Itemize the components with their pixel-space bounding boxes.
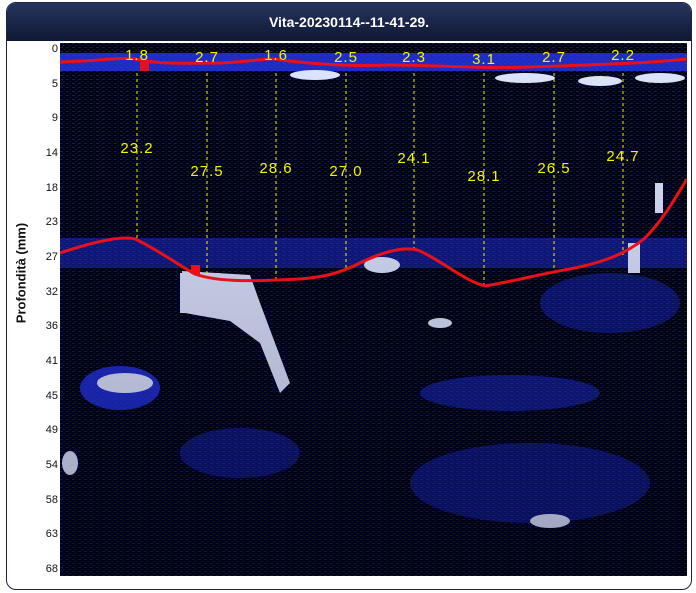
thickness-value: 24.7: [606, 148, 640, 165]
thickness-value: 24.1: [397, 150, 431, 167]
thickness-value: 27.0: [329, 163, 363, 180]
top-depth-value: 1.6: [264, 47, 288, 64]
thickness-value: 27.5: [190, 163, 224, 180]
y-tick-label: 14: [45, 147, 58, 159]
top-depth-value: 2.3: [402, 49, 426, 66]
y-tick-label: 54: [45, 459, 58, 471]
top-depth-value: 2.2: [611, 47, 635, 64]
y-tick-label: 18: [45, 181, 58, 194]
y-tick-label: 27: [45, 251, 58, 263]
top-depth-value: 2.7: [542, 49, 566, 66]
y-tick-label: 32: [45, 285, 58, 298]
ultrasound-scan-plot[interactable]: 1.8 23.2 2.7 27.5 1.6 28.6 2.5 27.0 2.3 24.1 3.1 28…: [60, 43, 687, 576]
y-tick-label: 49: [45, 424, 58, 437]
thickness-value: 23.2: [120, 140, 154, 157]
thickness-value: 28.1: [467, 168, 501, 185]
thickness-value: 26.5: [537, 160, 571, 177]
y-axis-label: Profondità (mm): [13, 222, 29, 324]
top-depth-value: 1.8: [125, 47, 149, 64]
scan-window: Vita-20230114--11-41-29. Profondità (mm)…: [6, 2, 692, 590]
top-depth-value: 2.5: [334, 49, 358, 66]
y-tick-label: 23: [45, 216, 58, 229]
y-tick-label: 41: [45, 355, 58, 367]
window-title: Vita-20230114--11-41-29.: [7, 3, 691, 41]
y-tick-label: 68: [45, 563, 58, 575]
top-depth-value: 2.7: [195, 49, 219, 66]
y-tick-label: 36: [45, 320, 58, 333]
y-tick-label: 58: [45, 493, 58, 506]
y-tick-label: 45: [45, 389, 58, 402]
thickness-value: 28.6: [259, 160, 293, 177]
bottom-marker-handle: [191, 265, 200, 274]
y-tick-label: 5: [51, 77, 58, 90]
y-tick-label: 0: [51, 43, 58, 55]
y-tick-label: 9: [51, 112, 58, 125]
top-depth-value: 3.1: [472, 51, 496, 68]
scan-image: [60, 43, 687, 576]
y-tick-label: 63: [45, 528, 58, 541]
